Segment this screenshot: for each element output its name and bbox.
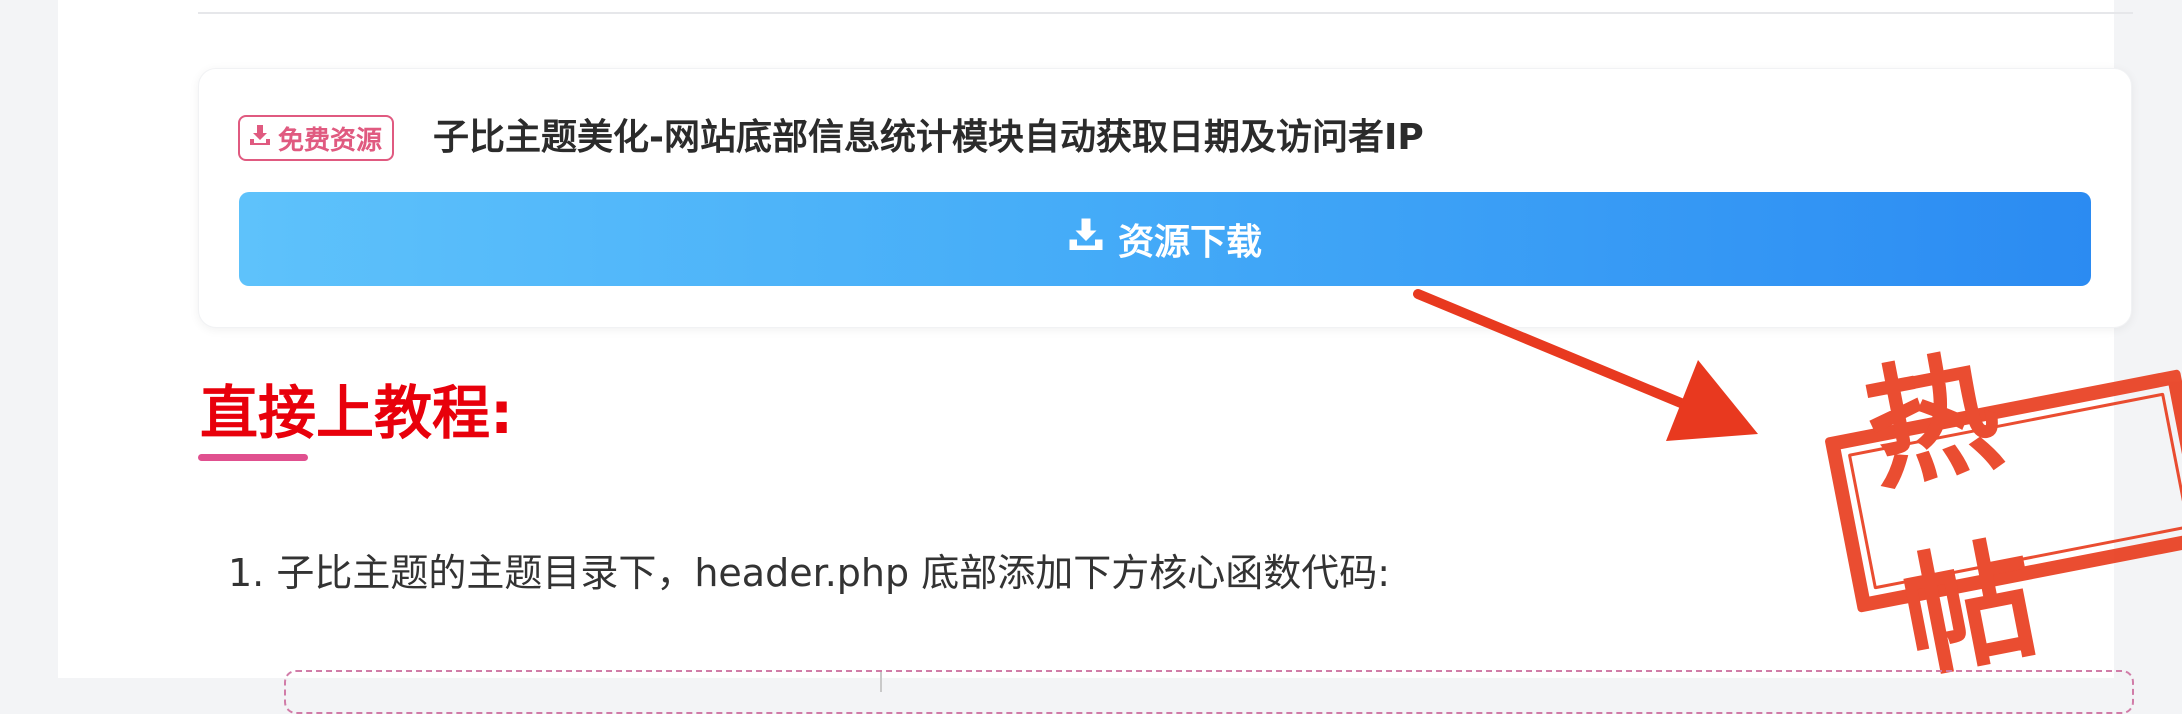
pointer-arrow-icon xyxy=(1413,289,1758,441)
free-resource-badge: 免费资源 xyxy=(238,115,395,161)
heading-underline xyxy=(198,454,308,461)
resource-download-button[interactable]: 资源下载 xyxy=(239,192,2091,286)
divider xyxy=(198,12,2133,14)
code-block-divider xyxy=(880,672,882,692)
section-heading: 直接上教程: xyxy=(200,379,514,447)
stamp-text: 热帖 xyxy=(1853,327,2079,698)
resource-title: 子比主题美化-网站底部信息统计模块自动获取日期及访问者IP xyxy=(433,117,1424,158)
page-content: 免费资源 子比主题美化-网站底部信息统计模块自动获取日期及访问者IP 资源下载 … xyxy=(58,0,2182,714)
download-button-label: 资源下载 xyxy=(1117,222,1262,263)
download-icon xyxy=(1068,217,1104,262)
code-block xyxy=(284,670,2134,714)
resource-card: 免费资源 子比主题美化-网站底部信息统计模块自动获取日期及访问者IP 资源下载 xyxy=(198,68,2132,328)
step-1-text: 1. 子比主题的主题目录下，header.php 底部添加下方核心函数代码: xyxy=(228,551,1391,595)
badge-label: 免费资源 xyxy=(278,125,383,156)
hot-post-stamp: 热帖 xyxy=(1824,327,2182,698)
download-icon xyxy=(248,123,272,154)
